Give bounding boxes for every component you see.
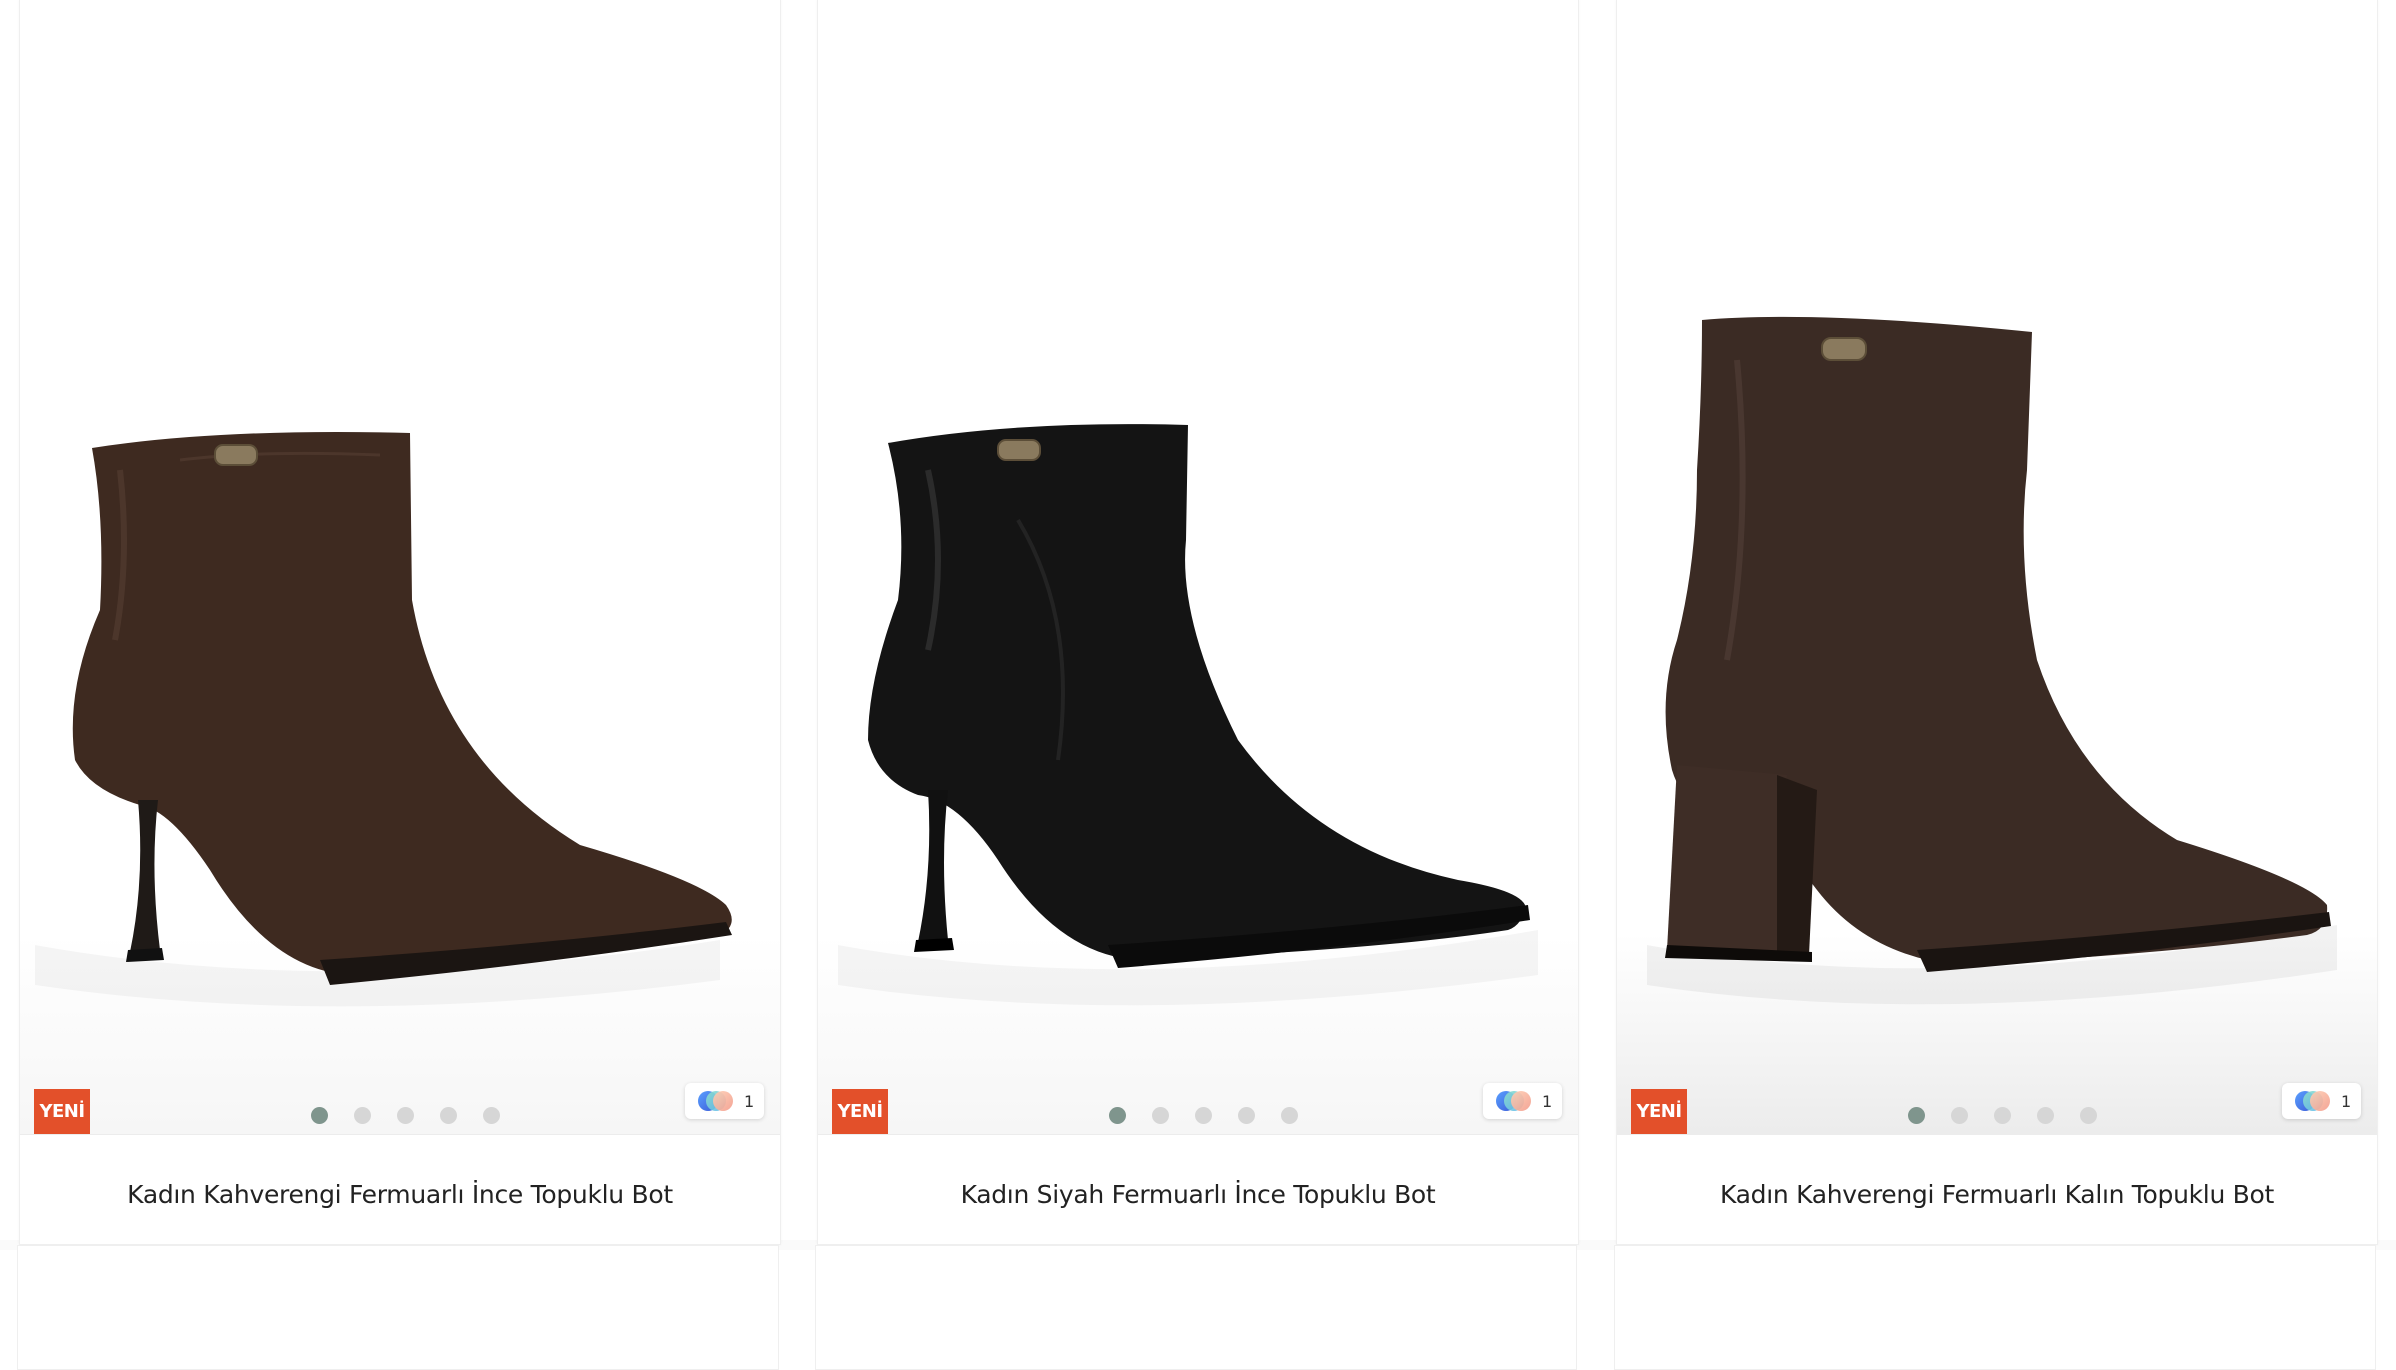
color-swatch-icon [2295, 1091, 2330, 1111]
image-carousel-dots [20, 1107, 780, 1124]
carousel-dot[interactable] [1907, 1107, 1925, 1124]
ankle-boot-stiletto-image [838, 424, 1538, 1006]
card-divider [20, 1134, 780, 1135]
ankle-boot-block-heel-image [1647, 316, 2337, 1005]
carousel-dot[interactable] [1237, 1107, 1255, 1124]
color-swatch-icon [698, 1091, 733, 1111]
carousel-dot[interactable] [1151, 1107, 1169, 1124]
image-carousel-dots [818, 1107, 1578, 1124]
product-image[interactable]: YENİ 1 [818, 0, 1578, 1134]
color-count: 1 [1542, 1091, 1553, 1111]
product-title[interactable]: Kadın Kahverengi Fermuarlı İnce Topuklu … [20, 1180, 780, 1209]
carousel-dot[interactable] [396, 1107, 414, 1124]
carousel-dot[interactable] [1950, 1107, 1968, 1124]
product-image[interactable]: YENİ 1 [20, 0, 780, 1134]
carousel-dot[interactable] [1108, 1107, 1126, 1124]
product-card[interactable]: YENİ 1 Kadın Kahverengi Fermuarlı İnce T… [19, 0, 781, 1245]
carousel-dot[interactable] [1280, 1107, 1298, 1124]
carousel-dot[interactable] [1194, 1107, 1212, 1124]
carousel-dot[interactable] [439, 1107, 457, 1124]
card-divider [818, 1134, 1578, 1135]
carousel-dot[interactable] [482, 1107, 500, 1124]
product-title[interactable]: Kadın Siyah Fermuarlı İnce Topuklu Bot [818, 1180, 1578, 1209]
product-image[interactable]: YENİ 1 [1617, 0, 2377, 1134]
color-options-button[interactable]: 1 [1483, 1083, 1562, 1119]
card-divider [1617, 1134, 2377, 1135]
color-options-button[interactable]: 1 [685, 1083, 764, 1119]
product-title[interactable]: Kadın Kahverengi Fermuarlı Kalın Topuklu… [1617, 1180, 2377, 1209]
carousel-dot[interactable] [353, 1107, 371, 1124]
product-card-next-row[interactable] [1614, 1245, 2376, 1370]
product-card-next-row[interactable] [815, 1245, 1577, 1370]
product-card[interactable]: YENİ 1 Kadın Siyah Fermuarlı İnce Topukl… [817, 0, 1579, 1245]
carousel-dot[interactable] [2079, 1107, 2097, 1124]
ankle-boot-stiletto-image [35, 432, 732, 1007]
color-count: 1 [2341, 1091, 2352, 1111]
product-card[interactable]: YENİ 1 Kadın Kahverengi Fermuarlı Kalın … [1616, 0, 2378, 1245]
carousel-dot[interactable] [1993, 1107, 2011, 1124]
product-card-next-row[interactable] [17, 1245, 779, 1370]
product-grid: YENİ 1 Kadın Kahverengi Fermuarlı İnce T… [0, 0, 2396, 1370]
image-carousel-dots [1617, 1107, 2377, 1124]
carousel-dot[interactable] [2036, 1107, 2054, 1124]
color-count: 1 [744, 1091, 755, 1111]
color-swatch-icon [1496, 1091, 1531, 1111]
color-options-button[interactable]: 1 [2282, 1083, 2361, 1119]
carousel-dot[interactable] [310, 1107, 328, 1124]
